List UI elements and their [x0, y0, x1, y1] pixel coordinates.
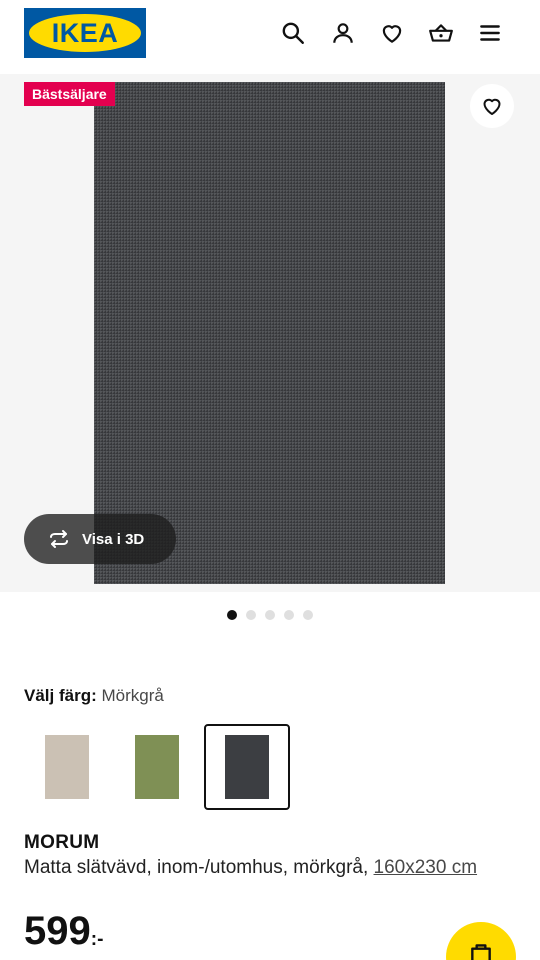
search-icon[interactable]	[278, 18, 308, 48]
heart-icon[interactable]	[377, 18, 407, 48]
product-image[interactable]	[94, 82, 445, 584]
carousel-dot-2[interactable]	[246, 610, 256, 620]
basket-icon[interactable]	[426, 18, 456, 48]
swatch-dark-grey[interactable]	[204, 724, 290, 810]
color-label-title: Välj färg:	[24, 686, 97, 705]
product-description: Matta slätvävd, inom-/utomhus, mörkgrå, …	[24, 856, 504, 880]
product-name: MORUM	[24, 832, 100, 853]
carousel-dot-3[interactable]	[265, 610, 275, 620]
rotate-3d-icon	[50, 530, 68, 548]
carousel-dot-4[interactable]	[284, 610, 294, 620]
user-icon[interactable]	[328, 18, 358, 48]
bag-icon	[471, 944, 491, 960]
product-price: 599 :-	[24, 908, 103, 954]
logo-oval: IKEA	[29, 14, 141, 52]
header: IKEA	[0, 0, 540, 70]
color-selector-label: Välj färg: Mörkgrå	[24, 686, 164, 706]
favourite-button[interactable]	[470, 84, 514, 128]
swatch-beige[interactable]	[24, 724, 110, 810]
swatch-dark-grey-chip	[225, 735, 269, 799]
carousel-dot-5[interactable]	[303, 610, 313, 620]
color-label-value: Mörkgrå	[101, 686, 164, 705]
swatch-beige-chip	[45, 735, 89, 799]
product-description-text: Matta slätvävd, inom-/utomhus, mörkgrå,	[24, 857, 369, 878]
size-link[interactable]: 160x230 cm	[374, 857, 478, 878]
swatch-green[interactable]	[114, 724, 200, 810]
bestseller-badge: Bästsäljare	[24, 82, 115, 106]
heart-icon	[483, 98, 501, 115]
menu-icon[interactable]	[475, 18, 505, 48]
price-amount: 599	[24, 909, 91, 953]
carousel-dot-1[interactable]	[227, 610, 237, 620]
product-gallery[interactable]: Bästsäljare Visa i 3D	[0, 74, 540, 592]
ikea-logo[interactable]: IKEA	[24, 8, 146, 58]
add-to-bag-button[interactable]	[446, 922, 516, 960]
price-suffix: :-	[90, 929, 104, 950]
color-swatches	[24, 724, 294, 810]
logo-text: IKEA	[51, 17, 119, 48]
view-in-3d-label: Visa i 3D	[82, 530, 145, 548]
carousel-indicator	[0, 610, 540, 620]
view-in-3d-button[interactable]: Visa i 3D	[24, 514, 176, 564]
swatch-green-chip	[135, 735, 179, 799]
